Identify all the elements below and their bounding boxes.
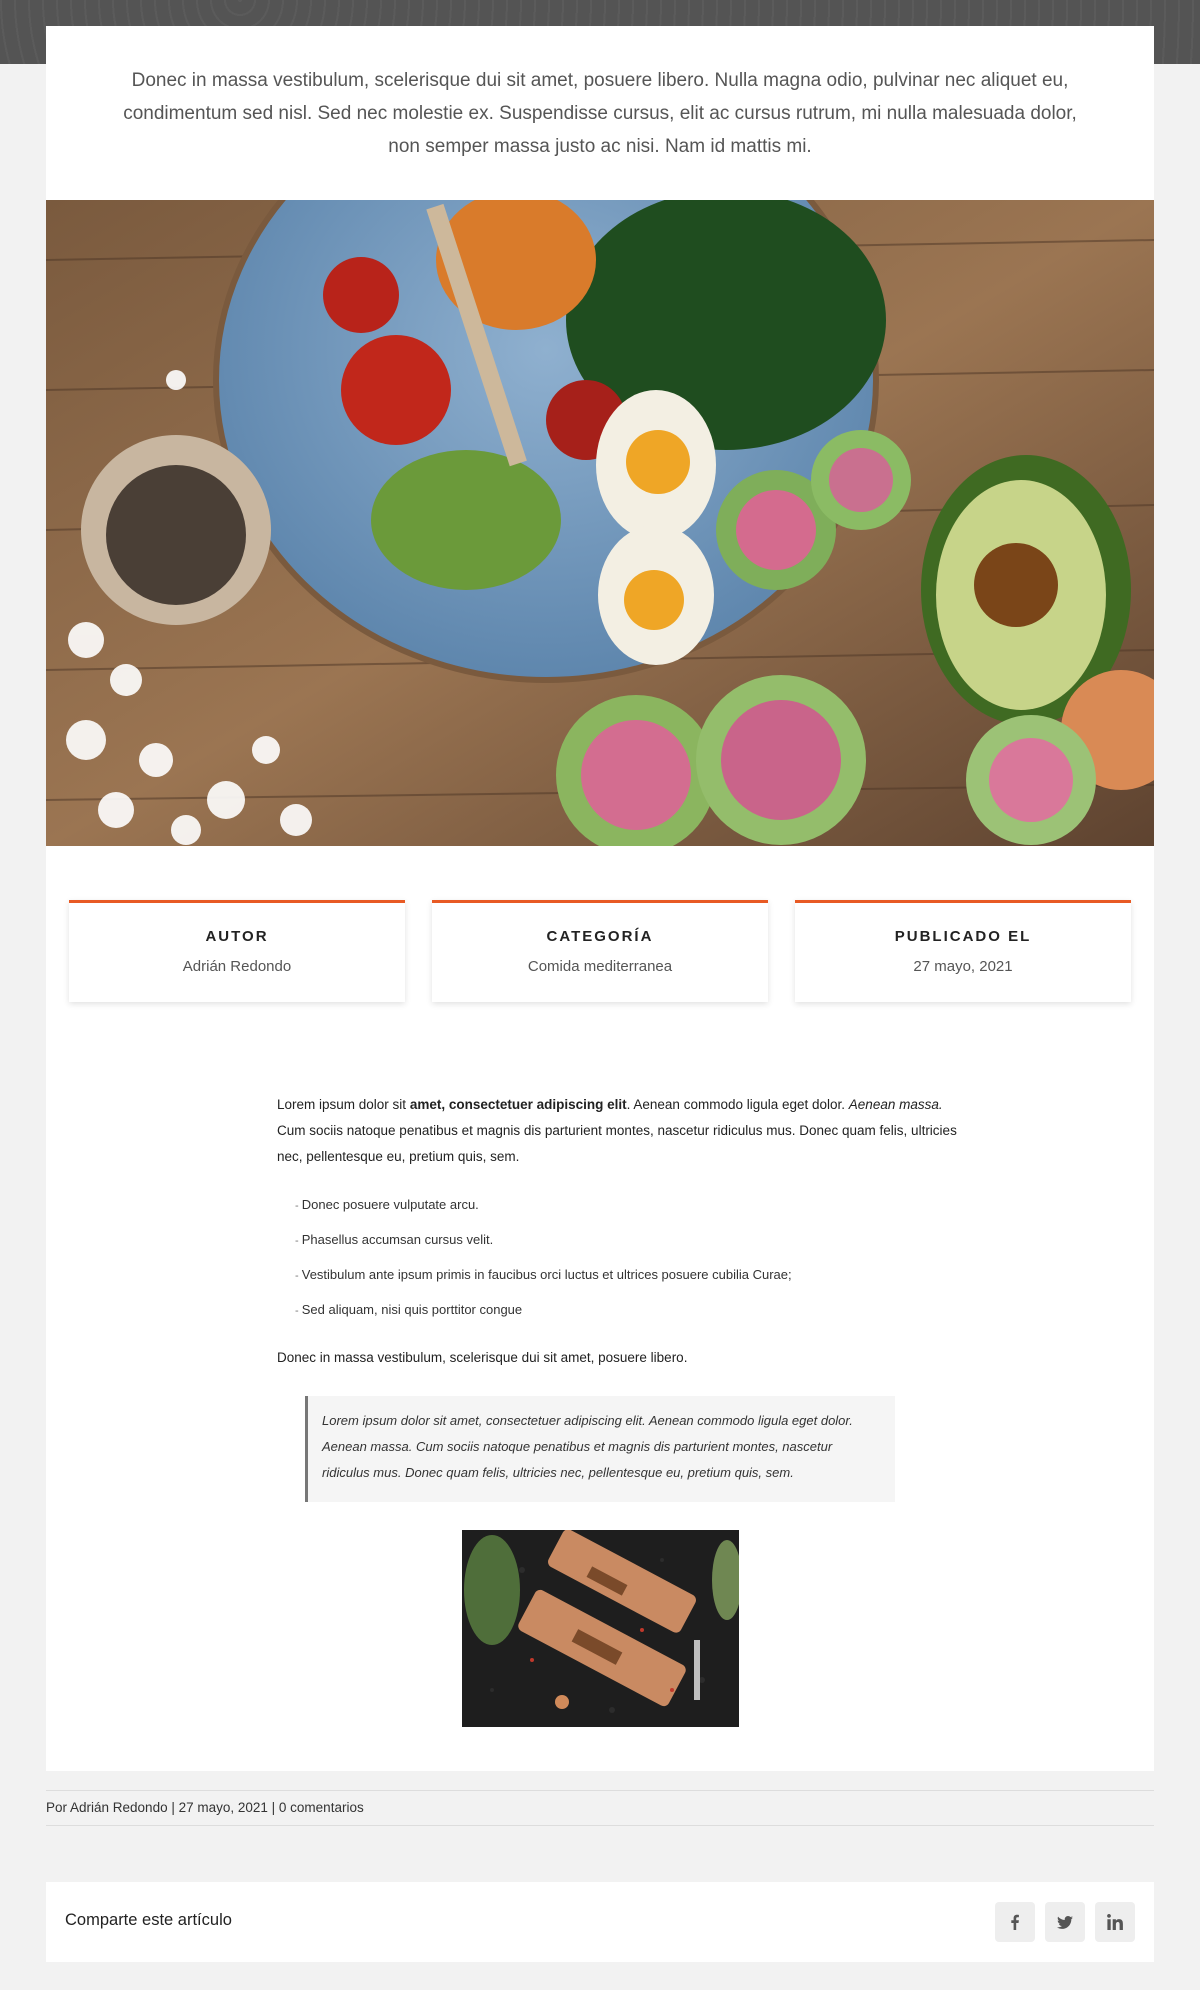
article-paragraph-2: Donec in massa vestibulum, scelerisque d… (277, 1350, 688, 1365)
linkedin-icon (1107, 1914, 1123, 1930)
share-label: Comparte este artículo (65, 1911, 232, 1929)
facebook-icon (1011, 1914, 1019, 1930)
share-facebook-button[interactable] (995, 1902, 1035, 1942)
hero-image (46, 200, 1154, 846)
meta-category: CATEGORÍA Comida mediterranea (432, 900, 768, 1002)
intro-text: Donec in massa vestibulum, scelerisque d… (123, 70, 1077, 157)
article-content: Lorem ipsum dolor sit amet, consectetuer… (277, 1092, 957, 1727)
article-paragraph-1: Lorem ipsum dolor sit amet, consectetuer… (277, 1092, 957, 1170)
paragraph-text: Lorem ipsum dolor sit (277, 1097, 410, 1112)
meta-published-value: 27 mayo, 2021 (913, 958, 1013, 975)
list-item: Sed aliquam, nisi quis porttitor congue (295, 1293, 957, 1328)
meta-author-label: AUTOR (205, 928, 269, 945)
article-list: Donec posuere vulputate arcu. Phasellus … (295, 1188, 957, 1328)
meta-author: AUTOR Adrián Redondo (69, 900, 405, 1002)
share-linkedin-button[interactable] (1095, 1902, 1135, 1942)
paragraph-bold-text: amet, consectetuer adipiscing elit (409, 1097, 627, 1112)
meta-category-value: Comida mediterranea (527, 958, 673, 975)
paragraph-italic-text: Aenean massa. (848, 1097, 943, 1112)
share-twitter-button[interactable] (1045, 1902, 1085, 1942)
blockquote: Lorem ipsum dolor sit amet, consectetuer… (305, 1396, 895, 1502)
twitter-icon (1057, 1916, 1073, 1929)
post-meta: AUTOR Adrián Redondo CATEGORÍA Comida me… (69, 900, 1131, 1002)
paragraph-text: Cum sociis natoque penatibus et magnis d… (277, 1123, 957, 1164)
list-item: Phasellus accumsan cursus velit. (295, 1223, 957, 1258)
list-item: Vestibulum ante ipsum primis in faucibus… (295, 1258, 957, 1293)
article-card: Donec in massa vestibulum, scelerisque d… (46, 26, 1154, 1771)
list-item: Donec posuere vulputate arcu. (295, 1188, 957, 1223)
meta-published-label: PUBLICADO EL (894, 928, 1032, 945)
meta-published: PUBLICADO EL 27 mayo, 2021 (795, 900, 1131, 1002)
meta-author-value: Adrián Redondo (182, 958, 292, 975)
share-box: Comparte este artículo (46, 1882, 1154, 1962)
meta-category-label: CATEGORÍA (546, 928, 654, 945)
paragraph-text: . Aenean commodo ligula eget dolor. (626, 1097, 849, 1112)
article-image (462, 1530, 739, 1727)
post-byline: Por Adrián Redondo | 27 mayo, 2021 | 0 c… (46, 1790, 1154, 1826)
